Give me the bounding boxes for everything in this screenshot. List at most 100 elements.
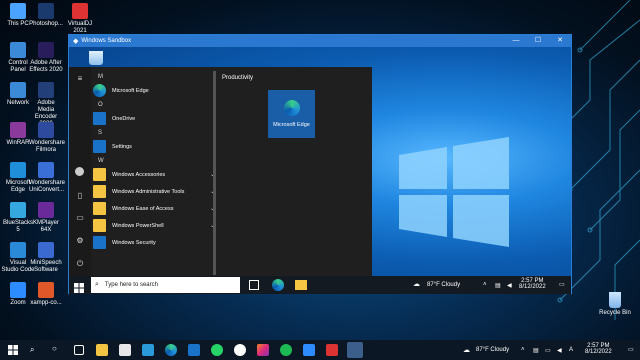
weather-text[interactable]: 87°F Cloudy (427, 282, 460, 288)
tile-microsoft-edge[interactable]: Microsoft Edge (268, 90, 315, 138)
desktop-icon[interactable]: xampp-co... (29, 282, 63, 307)
start-menu-item[interactable]: Windows Administrative Tools⌄ (93, 183, 215, 200)
desktop-icon-label: Photoshop... (29, 21, 63, 27)
whatsapp-icon[interactable] (211, 344, 223, 356)
sandbox-app-icon: ◆ (73, 38, 79, 45)
hamburger-icon[interactable]: ≡ (75, 74, 85, 84)
desktop-icon[interactable]: Photoshop... (29, 3, 63, 28)
window-title: Windows Sandbox (81, 38, 132, 44)
windows-logo-wallpaper (399, 137, 509, 247)
tray-chevron-icon[interactable]: ˄ (521, 347, 525, 353)
notifications-icon[interactable]: ▭ (559, 281, 565, 288)
language-icon[interactable]: A (569, 347, 573, 353)
app-icon (10, 42, 26, 58)
close-button[interactable]: ✕ (549, 35, 571, 47)
file-explorer-icon[interactable] (295, 280, 307, 290)
start-rail: ≡ ▯ ▭ ⚙ ⏻ (69, 67, 91, 278)
search-box[interactable]: ⌕ Type here to search (91, 277, 240, 293)
desktop-icon[interactable]: Adobe After Effects 2020 (29, 42, 63, 74)
edge-icon[interactable] (165, 344, 177, 356)
start-menu-item[interactable]: Windows Security (93, 234, 211, 251)
desktop-icon-label: This PC (7, 21, 29, 27)
start-menu-item-label: Settings (112, 143, 132, 150)
group-header[interactable]: M (93, 71, 211, 82)
search-icon[interactable]: ⌕ (30, 345, 34, 355)
power-icon[interactable]: ⏻ (75, 259, 85, 269)
task-view-icon[interactable] (249, 280, 259, 290)
network-icon[interactable]: ▤ (533, 347, 539, 354)
date: 8/12/2022 (585, 349, 612, 355)
clock[interactable]: 2:57 PM 8/12/2022 (519, 278, 546, 290)
start-menu-item-label: Windows Security (112, 239, 156, 246)
windows-start-icon[interactable] (8, 345, 18, 355)
store-icon[interactable] (119, 344, 131, 356)
spotify-icon[interactable] (280, 344, 292, 356)
recorder-icon[interactable] (326, 344, 338, 356)
scrollbar[interactable] (213, 71, 216, 275)
start-menu-item[interactable]: Windows Ease of Access⌄ (93, 200, 215, 217)
clock[interactable]: 2:57 PM 8/12/2022 (585, 343, 612, 355)
volume-icon[interactable]: ◀ (557, 347, 562, 354)
desktop-icon[interactable]: MiniSpeech Software (29, 242, 63, 274)
minimize-button[interactable]: — (505, 35, 527, 47)
start-menu-item[interactable]: Windows PowerShell⌄ (93, 217, 215, 234)
start-menu-item-label: Windows Accessories (112, 171, 166, 178)
start-button[interactable] (74, 280, 84, 293)
desktop-icon[interactable]: KMPlayer 64X (29, 202, 63, 234)
start-menu-item-label: Windows Administrative Tools (112, 188, 185, 195)
maximize-button[interactable]: ☐ (527, 35, 549, 47)
windows-start-icon (74, 283, 84, 293)
window-titlebar[interactable]: ◆ Windows Sandbox — ☐ ✕ (69, 35, 571, 47)
notifications-icon[interactable]: ▭ (628, 346, 634, 353)
group-header[interactable]: O (93, 99, 211, 110)
file-explorer-icon[interactable] (96, 344, 108, 356)
tray-chevron-icon[interactable]: ˄ (483, 282, 487, 288)
weather-text[interactable]: 87°F Cloudy (476, 347, 509, 353)
user-avatar-icon[interactable] (75, 167, 84, 176)
app-icon (38, 3, 54, 19)
pictures-icon[interactable]: ▭ (75, 213, 85, 223)
date: 8/12/2022 (519, 284, 546, 290)
volume-icon[interactable]: ◀ (507, 282, 512, 289)
desktop-icon-label: Network (6, 100, 29, 106)
desktop-icon[interactable]: VirtualDJ 2021 (63, 3, 97, 35)
group-header[interactable]: S (93, 127, 211, 138)
chrome-icon[interactable] (234, 344, 246, 356)
settings-gear-icon[interactable]: ⚙ (75, 236, 85, 246)
desktop-icon[interactable]: Wondershare UniConvert... (29, 162, 65, 194)
pulse-icon[interactable] (142, 344, 154, 356)
desktop-icon-recycle-bin[interactable]: Recycle Bin (598, 292, 632, 317)
sandbox-window[interactable]: ◆ Windows Sandbox — ☐ ✕ ≡ ▯ ▭ ⚙ ⏻ M Micr… (68, 34, 572, 294)
document-icon[interactable]: ▯ (75, 191, 85, 201)
start-menu-item-label: OneDrive (112, 115, 136, 122)
desktop-icon-label: Wondershare Filmora (29, 140, 65, 153)
instagram-icon[interactable] (257, 344, 269, 356)
todo-icon[interactable] (303, 344, 315, 356)
edge-icon (93, 84, 106, 97)
start-menu-item[interactable]: OneDrive (93, 110, 211, 127)
search-placeholder: Type here to search (104, 282, 158, 288)
folder-icon (93, 168, 106, 181)
edge-taskbar-icon[interactable] (272, 279, 284, 291)
battery-icon[interactable]: ▭ (545, 347, 551, 354)
desktop-icon-label: VirtualDJ 2021 (67, 21, 93, 34)
app-icon (10, 202, 26, 218)
desktop-icon[interactable]: Wondershare Filmora (29, 122, 65, 154)
group-header[interactable]: W (93, 155, 211, 166)
start-menu-item[interactable]: Microsoft Edge (93, 82, 211, 99)
taskbar: ⌕ ○ ☁ 87°F Cloudy ˄ ▤ ▭ ◀ A 2:57 PM 8/12… (0, 340, 640, 360)
start-menu: ≡ ▯ ▭ ⚙ ⏻ M Microsoft Edge O OneDrive S Setti… (69, 67, 372, 278)
sandbox-recycle-bin-icon[interactable] (89, 51, 103, 65)
app-icon (72, 3, 88, 19)
desktop-icon-label: Control Panel (8, 60, 28, 73)
app-icon (38, 42, 54, 58)
app-icon (38, 282, 54, 298)
desktop-icon-label: WinRAR (6, 140, 30, 146)
task-view-icon[interactable] (74, 345, 84, 355)
photos-icon[interactable] (188, 344, 200, 356)
sandbox-taskbar-icon[interactable] (347, 342, 363, 358)
cortana-icon[interactable]: ○ (52, 344, 57, 353)
network-icon[interactable]: ▤ (495, 282, 501, 289)
start-menu-item[interactable]: Settings (93, 138, 211, 155)
start-menu-item[interactable]: Windows Accessories⌄ (93, 166, 215, 183)
